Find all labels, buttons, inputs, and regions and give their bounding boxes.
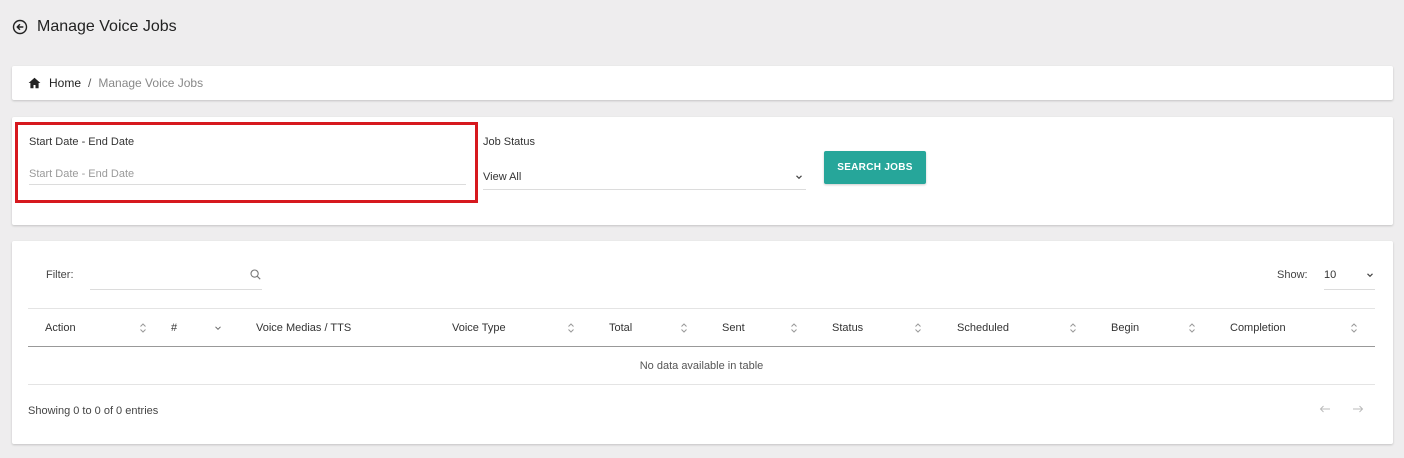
column-sent[interactable]: Sent [722,309,745,347]
home-icon[interactable] [28,77,41,89]
breadcrumb-current: Manage Voice Jobs [98,76,204,90]
chevron-down-icon [1365,270,1375,280]
date-range-label: Start Date - End Date [29,136,135,148]
sort-icon[interactable] [139,322,147,334]
column-voice-medias[interactable]: Voice Medias / TTS [256,309,351,347]
page-title: Manage Voice Jobs [37,18,177,35]
job-status-select[interactable]: View All [483,164,806,190]
back-arrow-icon[interactable] [12,19,28,35]
search-icon [250,269,261,280]
table-filter-label: Filter: [46,269,74,281]
sort-icon[interactable] [790,322,798,334]
job-status-selected: View All [483,170,522,183]
column-voice-type[interactable]: Voice Type [452,309,506,347]
page-size-select[interactable]: 10 [1324,261,1375,290]
column-action[interactable]: Action [45,309,76,347]
sort-icon[interactable] [914,322,922,334]
column-completion[interactable]: Completion [1230,309,1286,347]
table-header: Action # Voice Medias / TTS Voice Type T… [28,308,1375,347]
column-scheduled[interactable]: Scheduled [957,309,1009,347]
job-status-label: Job Status [483,136,535,148]
table-filter-input[interactable] [90,261,262,290]
column-begin[interactable]: Begin [1111,309,1139,347]
page-header: Manage Voice Jobs [12,14,177,40]
page-size-label: Show: [1277,269,1308,281]
table-info: Showing 0 to 0 of 0 entries [28,405,159,417]
sort-icon[interactable] [1188,322,1196,334]
page-size-value: 10 [1324,269,1337,281]
empty-message: No data available in table [639,359,764,372]
column-total[interactable]: Total [609,309,632,347]
sort-desc-icon[interactable] [214,324,222,332]
breadcrumb-separator: / [88,76,92,90]
table-empty-row: No data available in table [28,347,1375,385]
breadcrumb-home-link[interactable]: Home [49,76,81,90]
sort-icon[interactable] [680,322,688,334]
sort-icon[interactable] [1350,322,1358,334]
column-number[interactable]: # [171,309,177,347]
sort-icon[interactable] [567,322,575,334]
pagination-prev-icon[interactable] [1318,402,1332,416]
date-range-input[interactable] [29,163,466,185]
column-status[interactable]: Status [832,309,863,347]
search-jobs-button[interactable]: SEARCH JOBS [824,151,926,184]
sort-icon[interactable] [1069,322,1077,334]
pagination-next-icon[interactable] [1351,402,1365,416]
breadcrumb: Home / Manage Voice Jobs [12,66,1393,100]
voice-jobs-table-panel: Filter: Show: 10 Action # Voice Medias /… [12,241,1393,444]
chevron-down-icon [794,172,804,182]
